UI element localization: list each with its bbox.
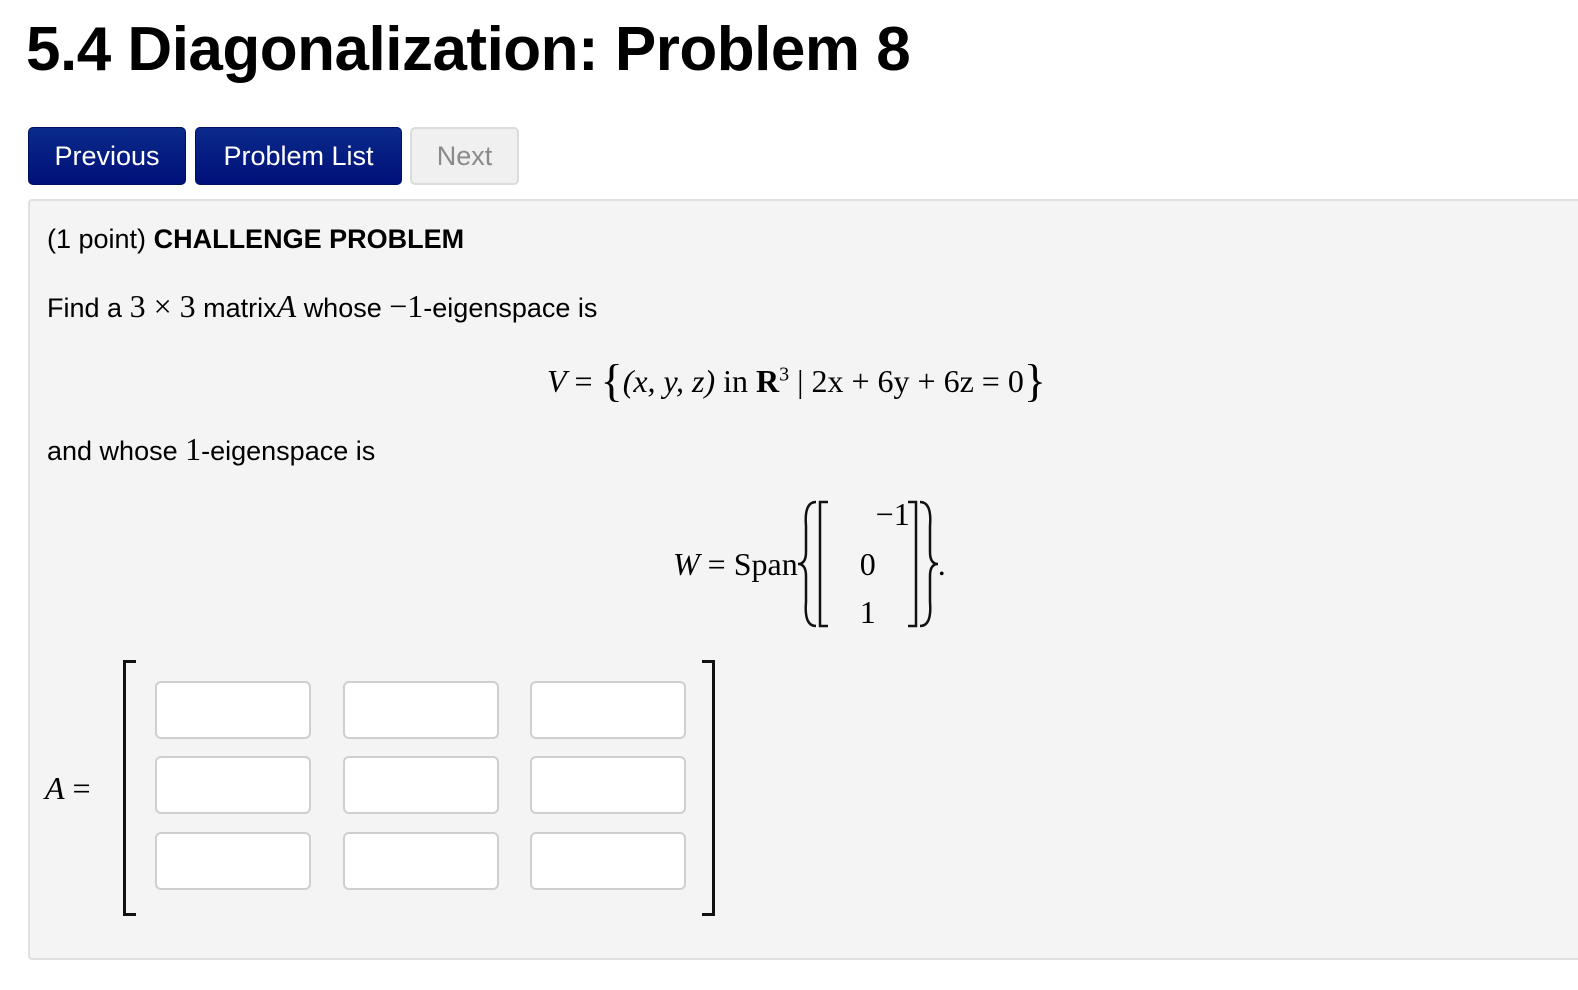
right-bracket: [702, 660, 715, 916]
such-that-bar: |: [797, 363, 804, 399]
v-symbol: V: [547, 363, 567, 399]
equals: =: [707, 545, 726, 582]
matrix-cell-2-2[interactable]: [343, 756, 499, 814]
previous-button[interactable]: Previous: [28, 127, 186, 185]
equals: =: [72, 770, 91, 806]
v-set-equation: V = {(x, y, z) in R3 | 2x + 6y + 6z = 0}: [547, 354, 1046, 407]
matrix-cell-1-2[interactable]: [343, 681, 499, 739]
intro-text: and whose: [47, 436, 178, 466]
answer-label: A =: [45, 770, 91, 807]
intro-text: -eigenspace is: [201, 436, 376, 466]
intro-text: matrix: [203, 293, 277, 323]
matrix-cell-3-3[interactable]: [530, 832, 686, 890]
problem-list-button[interactable]: Problem List: [195, 127, 402, 185]
points-label: (1 point): [47, 224, 147, 254]
matrix-cell-3-2[interactable]: [343, 832, 499, 890]
eigenspace-1-intro: and whose 1-eigenspace is: [47, 431, 375, 468]
matrix-cell-3-1[interactable]: [155, 832, 311, 890]
vector-entry: 0: [859, 546, 876, 582]
matrix-cell-2-1[interactable]: [155, 756, 311, 814]
next-button[interactable]: Next: [410, 127, 519, 185]
real-space: R: [755, 363, 780, 399]
open-brace: {: [600, 355, 623, 406]
tuple: (x, y, z): [622, 363, 716, 399]
condition: 2x + 6y + 6z = 0: [811, 363, 1024, 399]
problem-heading: (1 point) CHALLENGE PROBLEM: [47, 224, 464, 255]
w-span-equation: W = Span −1 0 1 .: [673, 496, 946, 632]
matrix-variable: A: [276, 288, 297, 324]
in-word: in: [723, 363, 748, 399]
span-vector: −1 0 1: [797, 496, 938, 632]
span-word: Span: [733, 545, 798, 582]
matrix-cell-1-1[interactable]: [155, 681, 311, 739]
left-bracket: [123, 660, 136, 916]
space-exponent: 3: [779, 363, 790, 386]
page-title: 5.4 Diagonalization: Problem 8: [26, 15, 911, 84]
problem-intro: Find a 3 × 3 matrixA whose −1-eigenspace…: [47, 288, 597, 325]
vector-entry: −1: [875, 496, 910, 532]
period: .: [937, 545, 946, 582]
equals: =: [574, 363, 593, 399]
matrix-cell-2-3[interactable]: [530, 756, 686, 814]
intro-text: whose: [303, 293, 382, 323]
matrix-cell-1-3[interactable]: [530, 681, 686, 739]
intro-text: -eigenspace is: [423, 293, 598, 323]
w-symbol: W: [673, 545, 700, 582]
matrix-size: 3 × 3: [129, 288, 196, 324]
eigenvalue-pos: 1: [185, 431, 202, 467]
eigenvalue-neg: −1: [389, 288, 424, 324]
challenge-label: CHALLENGE PROBLEM: [153, 224, 465, 254]
a-symbol: A: [45, 770, 65, 806]
close-brace: }: [1023, 355, 1046, 406]
intro-text: Find a: [47, 293, 123, 323]
vector-entry: 1: [859, 594, 876, 630]
